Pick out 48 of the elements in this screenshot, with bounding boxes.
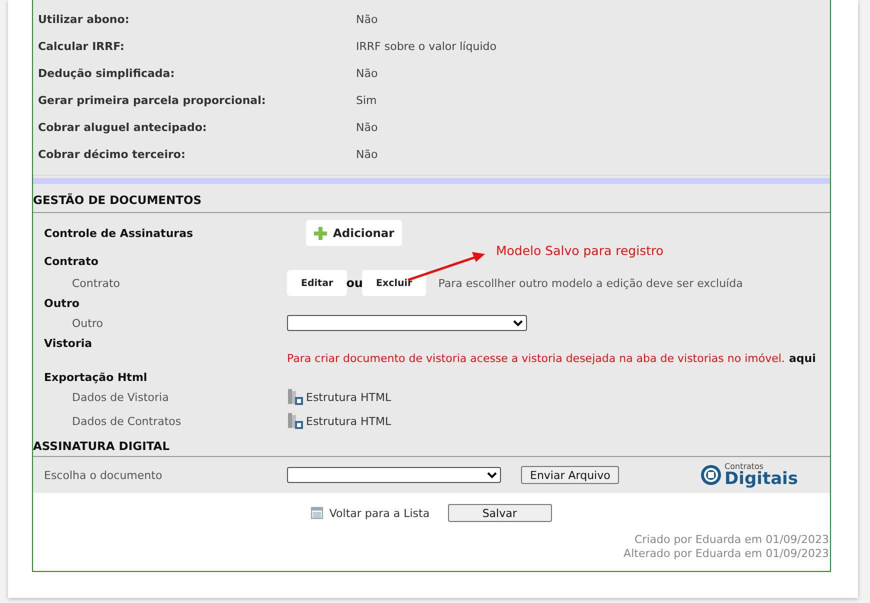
html-link[interactable]: Estrutura HTML [287, 412, 392, 430]
edit-button[interactable]: Editar [287, 270, 348, 296]
group-label: Outro [44, 297, 80, 310]
setting-label: Cobrar décimo terceiro: [38, 148, 186, 161]
html-link[interactable]: Estrutura HTML [287, 388, 392, 406]
field-label: Dados de Vistoria [72, 390, 169, 404]
logo-text: Digitais [724, 470, 798, 488]
send-file-button[interactable]: Enviar Arquivo [521, 466, 620, 484]
setting-label: Calcular IRRF: [38, 40, 126, 53]
document-icon [287, 388, 303, 406]
field-label: Outro [72, 316, 103, 330]
hint-text: Para escollher outro modelo a edição deve ser excluída [438, 276, 743, 290]
or-text: ou [346, 276, 363, 290]
setting-value: IRRF sobre o valor líquido [356, 40, 496, 53]
save-button[interactable]: Salvar [448, 504, 552, 522]
section-title: GESTÃO DE DOCUMENTOS [33, 193, 202, 207]
setting-label: Gerar primeira parcela proporcional: [38, 94, 267, 107]
setting-value: Não [356, 13, 378, 26]
here-link[interactable]: aqui [788, 352, 816, 364]
setting-label: Dedução simplificada: [38, 67, 176, 80]
delete-button[interactable]: Excluir [362, 270, 426, 296]
logo-caption: Contratos [724, 462, 765, 470]
setting-label: Cobrar aluguel antecipado: [38, 121, 208, 134]
add-button[interactable]: Adicionar [306, 220, 402, 246]
plus-icon [314, 226, 327, 240]
setting-value: Não [356, 148, 378, 161]
setting-value: Não [356, 67, 378, 80]
notice-text: Para criar documento de vistoria acesse a vistoria desejada na aba de vistorias no imóvel. [287, 352, 785, 364]
setting-value: Sim [356, 94, 377, 107]
list-icon [311, 507, 324, 519]
annotation-text: Modelo Salvo para registro [496, 243, 664, 258]
field-label: Escolha o documento [44, 468, 162, 482]
setting-value: Não [356, 121, 378, 134]
document-select[interactable] [287, 315, 527, 331]
back-link[interactable]: Voltar para a Lista [311, 506, 430, 520]
document-select[interactable] [287, 467, 501, 483]
changed-text: Alterado por Eduarda em 01/09/2023 [622, 547, 830, 561]
field-label: Controle de Assinaturas [44, 226, 194, 240]
document-icon [287, 412, 303, 430]
field-label: Contrato [72, 276, 120, 290]
group-label: Contrato [44, 254, 98, 268]
section-title: ASSINATURA DIGITAL [33, 439, 170, 453]
logo-icon [700, 464, 722, 486]
field-label: Dados de Contratos [72, 414, 182, 428]
created-text: Criado por Eduarda em 01/09/2023 [633, 533, 830, 547]
group-label: Exportação Html [44, 370, 148, 384]
group-label: Vistoria [44, 336, 92, 350]
setting-label: Utilizar abono: [38, 13, 130, 26]
